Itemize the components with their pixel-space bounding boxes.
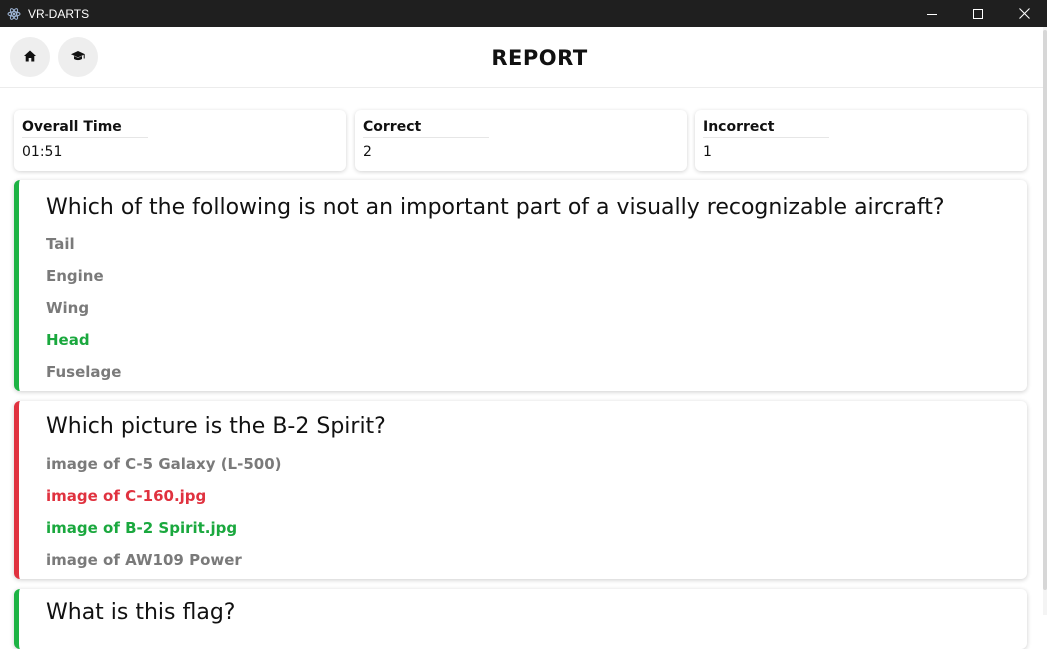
overall-time-label: Overall Time	[22, 119, 148, 138]
minimize-icon	[927, 4, 937, 23]
answer-option: Engine	[46, 267, 104, 285]
correct-value: 2	[363, 144, 372, 160]
overall-time-card: Overall Time 01:51	[14, 110, 346, 171]
answer-option: image of AW109 Power	[46, 551, 242, 569]
question-text: What is this flag?	[46, 600, 236, 625]
answer-option-correct: image of B-2 Spirit.jpg	[46, 519, 238, 537]
maximize-icon	[973, 4, 983, 23]
correct-card: Correct 2	[355, 110, 687, 171]
window-titlebar: VR-DARTS	[0, 0, 1047, 27]
page-title: REPORT	[491, 45, 588, 70]
close-icon	[1018, 4, 1030, 23]
question-card: What is this flag?	[14, 589, 1027, 649]
question-text: Which of the following is not an importa…	[46, 195, 945, 220]
incorrect-card: Incorrect 1	[695, 110, 1027, 171]
answer-option-correct: Head	[46, 331, 90, 349]
window-controls	[909, 0, 1047, 27]
minimize-button[interactable]	[909, 0, 955, 27]
window-title: VR-DARTS	[28, 6, 90, 21]
incorrect-label: Incorrect	[703, 119, 829, 138]
correct-label: Correct	[363, 119, 489, 138]
training-button[interactable]	[58, 37, 98, 77]
overall-time-value: 01:51	[22, 144, 63, 160]
electron-atom-icon	[7, 7, 21, 21]
answer-option: Wing	[46, 299, 90, 317]
scrollbar-thumb[interactable]	[1043, 30, 1047, 590]
home-icon	[23, 48, 37, 67]
answer-option: Tail	[46, 235, 75, 253]
question-text: Which picture is the B-2 Spirit?	[46, 414, 386, 439]
answer-option: Fuselage	[46, 363, 122, 381]
answer-option: image of C-5 Galaxy (L-500)	[46, 455, 282, 473]
app-header: REPORT	[0, 27, 1047, 88]
incorrect-value: 1	[703, 144, 712, 160]
home-button[interactable]	[10, 37, 50, 77]
maximize-button[interactable]	[955, 0, 1001, 27]
close-button[interactable]	[1001, 0, 1047, 27]
question-card: Which picture is the B-2 Spirit? image o…	[14, 401, 1027, 579]
answer-option-selected-wrong: image of C-160.jpg	[46, 487, 207, 505]
question-card: Which of the following is not an importa…	[14, 180, 1027, 391]
graduation-cap-icon	[70, 48, 86, 67]
